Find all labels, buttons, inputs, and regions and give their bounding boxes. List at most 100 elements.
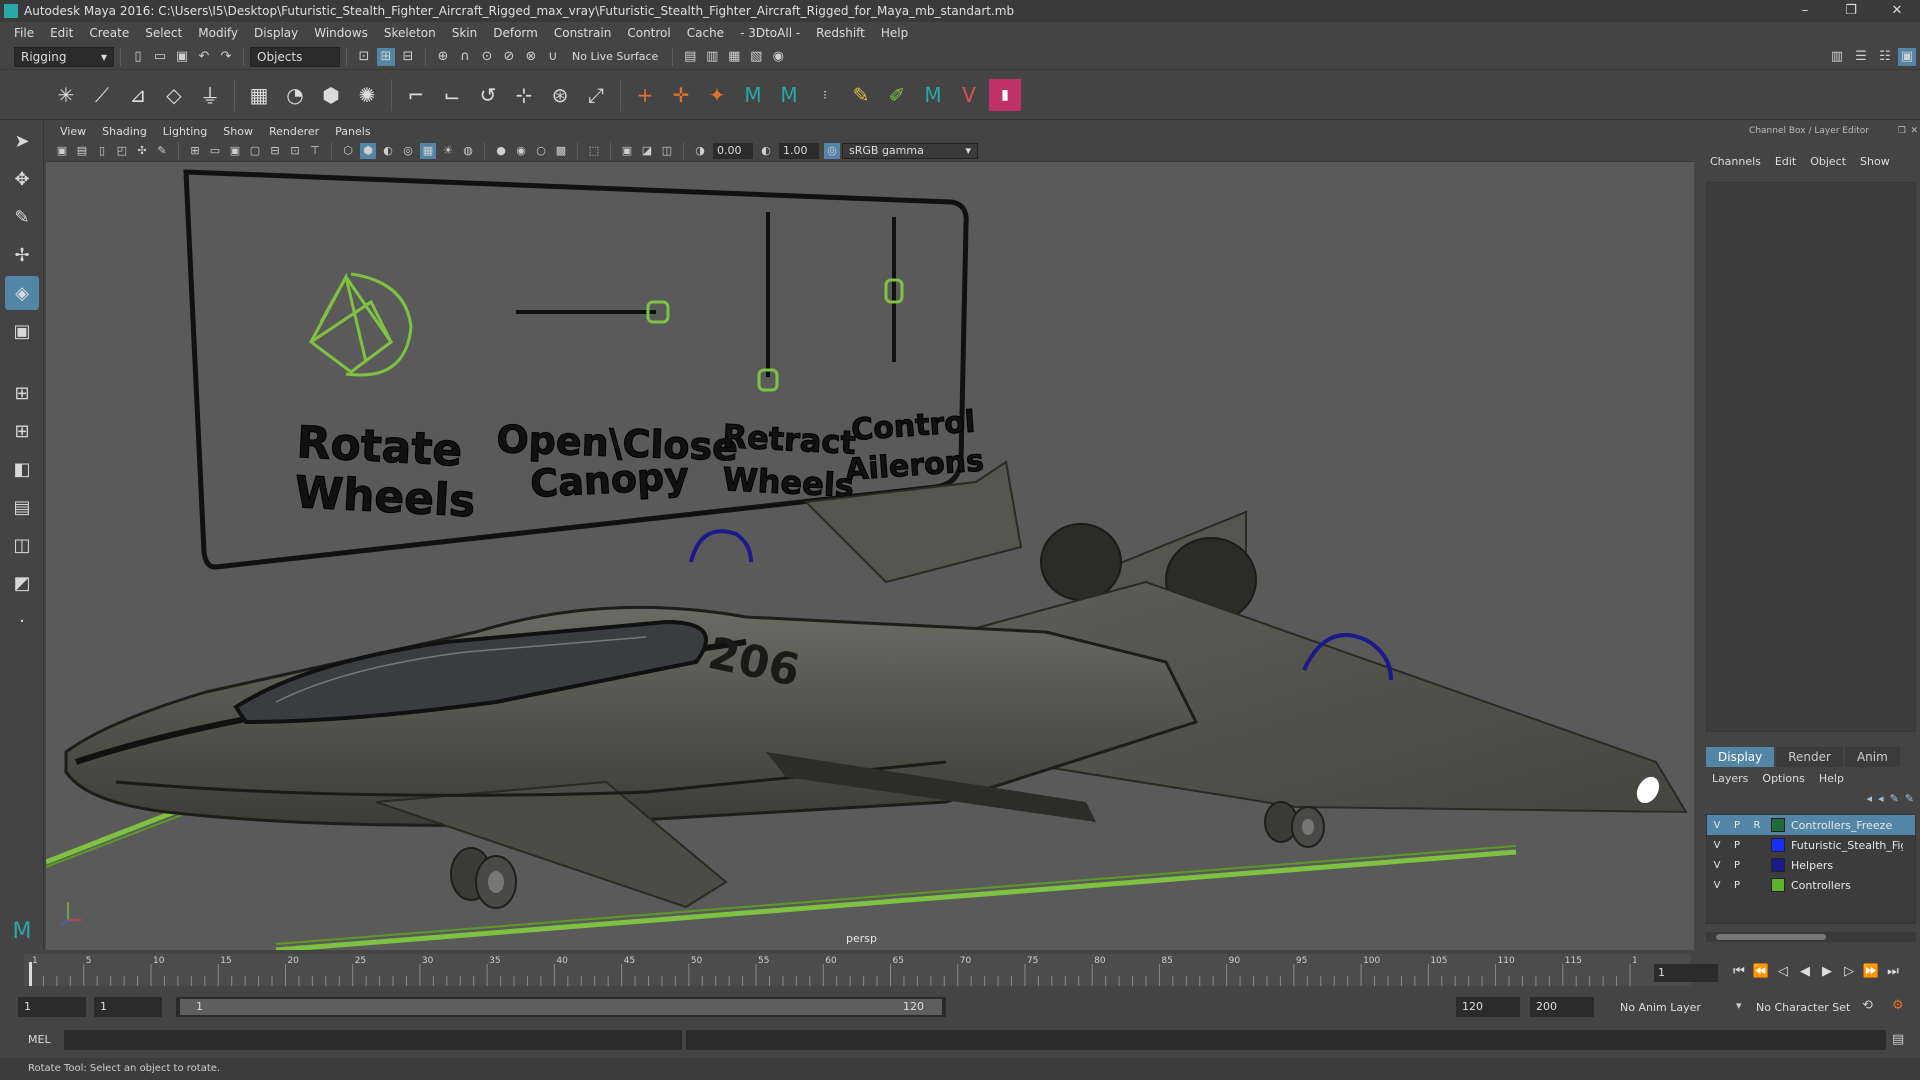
menu-control[interactable]: Control <box>619 22 678 44</box>
render-settings-icon[interactable]: ▧ <box>747 48 765 66</box>
display-type-toggle[interactable]: R <box>1747 820 1767 831</box>
use-all-lights-icon[interactable]: ☀ <box>440 143 456 159</box>
script-editor-icon[interactable]: ▤ <box>1892 1032 1904 1047</box>
layer-color-swatch[interactable] <box>1771 858 1785 872</box>
new-scene-icon[interactable]: ▯ <box>129 48 147 66</box>
show-menu[interactable]: Show <box>1860 155 1890 168</box>
options-menu[interactable]: Options <box>1762 772 1804 785</box>
persp-outliner-layout-icon[interactable]: ◧ <box>5 452 39 486</box>
menu-modify[interactable]: Modify <box>190 22 246 44</box>
chevron-down-icon[interactable]: ▾ <box>1736 999 1742 1012</box>
canopy-slider[interactable] <box>516 300 670 324</box>
hypershade-icon[interactable]: ◉ <box>769 48 787 66</box>
interactive-bind-icon[interactable]: ⌙ <box>436 79 468 111</box>
menu-constrain[interactable]: Constrain <box>546 22 620 44</box>
layer-color-swatch[interactable] <box>1771 818 1785 832</box>
screen-space-ao-icon[interactable]: ● <box>493 143 509 159</box>
magnet-icon[interactable]: ∪ <box>544 48 562 66</box>
bookmark-icon[interactable]: ▯ <box>94 143 110 159</box>
wireframe-on-shaded-icon[interactable]: ◎ <box>400 143 416 159</box>
time-slider-track[interactable]: 1 5 10 15 20 25 30 35 40 45 50 55 60 65 70 75 80 85 90 95 10… <box>24 954 1690 986</box>
play-forwards-icon[interactable]: ▶ <box>1816 964 1838 979</box>
object-menu[interactable]: Object <box>1810 155 1846 168</box>
cluster-icon[interactable]: ◔ <box>279 79 311 111</box>
playback-toggle[interactable]: P <box>1727 860 1747 871</box>
viewport-menu-view[interactable]: View <box>52 125 94 138</box>
close-panel-icon[interactable]: ✕ <box>1910 126 1918 136</box>
resolution-gate-icon[interactable]: ▣ <box>227 143 243 159</box>
orient-constraint-icon[interactable]: ✦ <box>701 79 733 111</box>
viewport-menu-show[interactable]: Show <box>215 125 261 138</box>
maya-home-icon[interactable]: M <box>5 914 39 948</box>
gate-mask-icon[interactable]: ▢ <box>247 143 263 159</box>
snap-view-plane-icon[interactable]: ⊘ <box>500 48 518 66</box>
rotate-wheels-controller[interactable] <box>309 272 413 377</box>
current-frame-field[interactable]: 1 <box>1654 964 1718 982</box>
menu-deform[interactable]: Deform <box>485 22 546 44</box>
move-tool-icon[interactable]: ✢ <box>5 238 39 272</box>
command-input[interactable] <box>64 1030 682 1050</box>
playback-toggle[interactable]: P <box>1727 840 1747 851</box>
new-layer-selected-icon[interactable]: ✎ <box>1905 792 1914 805</box>
brush-tool-icon[interactable]: ✐ <box>881 79 913 111</box>
detach-skin-icon[interactable]: ⊹ <box>508 79 540 111</box>
hypershade-layout-icon[interactable]: ◫ <box>5 528 39 562</box>
tab-display[interactable]: Display <box>1706 747 1775 767</box>
workspace-icon[interactable]: ▥ <box>1828 48 1846 66</box>
multisample-aa-icon[interactable]: ○ <box>533 143 549 159</box>
wireframe-icon[interactable]: ⬡ <box>340 143 356 159</box>
snap-live-icon[interactable]: ⊗ <box>522 48 540 66</box>
character-set-label[interactable]: No Character Set <box>1756 1001 1850 1014</box>
move-layer-down-icon[interactable]: ◂ <box>1878 792 1884 805</box>
gamma-field[interactable]: 1.00 <box>779 142 819 159</box>
render-view-icon[interactable]: ▤ <box>681 48 699 66</box>
menu-windows[interactable]: Windows <box>306 22 376 44</box>
grid-icon[interactable]: ⊞ <box>187 143 203 159</box>
point-constraint-icon[interactable]: + <box>629 79 661 111</box>
move-layer-up-icon[interactable]: ◂ <box>1867 792 1873 805</box>
bind-skin-icon[interactable]: ⌐ <box>400 79 432 111</box>
mirror-weights-icon[interactable]: ⊛ <box>544 79 576 111</box>
gamma-icon[interactable]: ◐ <box>758 143 774 159</box>
menu-skeleton[interactable]: Skeleton <box>376 22 444 44</box>
viewport-scene[interactable]: Rotate Wheels Open\Close Canopy Retract … <box>46 162 1694 950</box>
layer-color-swatch[interactable] <box>1771 878 1785 892</box>
step-back-key-icon[interactable]: ◁ <box>1772 964 1794 979</box>
ik-spline-icon[interactable]: ⊿ <box>122 79 154 111</box>
exposure-icon[interactable]: ◑ <box>692 143 708 159</box>
layer-list-scrollbar[interactable] <box>1706 932 1916 942</box>
two-d-pan-icon[interactable]: ✣ <box>134 143 150 159</box>
menu-create[interactable]: Create <box>81 22 137 44</box>
maya-logo-icon[interactable]: M <box>737 79 769 111</box>
visibility-toggle[interactable]: V <box>1707 820 1727 831</box>
redo-icon[interactable]: ↷ <box>217 48 235 66</box>
playback-start-field[interactable]: 1 <box>94 997 162 1017</box>
layer-row[interactable]: V P Controllers <box>1707 875 1915 895</box>
paint-weights-icon[interactable]: ↺ <box>472 79 504 111</box>
paint-brush-icon[interactable]: ✎ <box>845 79 877 111</box>
textured-icon[interactable]: ▦ <box>420 142 436 159</box>
grease-pencil-icon[interactable]: ✎ <box>154 143 170 159</box>
image-plane-icon[interactable]: ◰ <box>114 143 130 159</box>
render-frame-icon[interactable]: ▥ <box>703 48 721 66</box>
end-time-field[interactable]: 200 <box>1530 997 1594 1017</box>
animation-preferences-icon[interactable]: ⚙ <box>1892 998 1904 1013</box>
lattice-icon[interactable]: ▦ <box>243 79 275 111</box>
v-tool-icon[interactable]: V <box>953 79 985 111</box>
tab-render[interactable]: Render <box>1776 747 1843 767</box>
selection-mode-dropdown[interactable]: Objects <box>250 46 340 67</box>
menu-redshift[interactable]: Redshift <box>808 22 873 44</box>
aim-constraint-icon[interactable]: ✛ <box>665 79 697 111</box>
sculpt-deformer-icon[interactable]: ✺ <box>351 79 383 111</box>
close-button[interactable]: ✕ <box>1874 0 1920 22</box>
joint-tool-icon[interactable]: ✳ <box>50 79 82 111</box>
motion-blur-icon[interactable]: ◉ <box>513 143 529 159</box>
anim-layer-label[interactable]: No Anim Layer <box>1620 1001 1701 1014</box>
select-tool-icon[interactable]: ➤ <box>5 124 39 158</box>
color-management-icon[interactable]: ◎ <box>824 142 840 159</box>
wrap-deformer-icon[interactable]: ⬢ <box>315 79 347 111</box>
camera-attributes-icon[interactable]: ▤ <box>74 143 90 159</box>
more-layouts-icon[interactable]: · <box>5 604 39 638</box>
ik-handle-icon[interactable]: ⟋ <box>86 79 118 111</box>
tool-settings-toggle-icon[interactable]: ☷ <box>1876 48 1894 66</box>
